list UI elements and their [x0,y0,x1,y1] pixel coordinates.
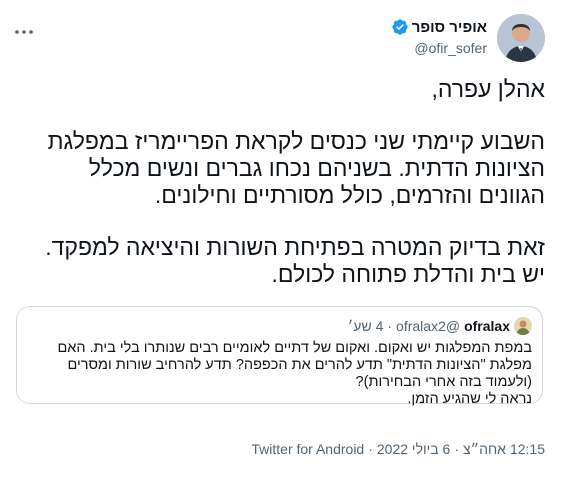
quote-line: מפלגת "הציונות הדתית" תדע להרים את הכפפה… [67,357,532,373]
quoted-tweet[interactable]: ofralax @ofralax2 · 4 שע׳ במפת המפלגות י… [16,306,543,407]
tweet-metadata: 12:15 אחה״צ · 6 ביולי 2022 · Twitter for… [251,441,545,457]
tweet-line: יש בית והדלת פתוחה לכולם. [271,261,546,287]
avatar-image [497,14,545,62]
separator-dot: · [454,441,459,457]
author-name-row[interactable]: אופיר סופר [391,18,487,36]
quote-line: נראה לי שהגיע הזמן. [407,391,532,407]
verified-badge-icon [391,18,409,36]
quoted-tweet-header: ofralax @ofralax2 · 4 שע׳ [348,317,532,335]
quoted-author-handle[interactable]: @ofralax2 [396,318,460,334]
tweet-line: הציונות הדתית. בשניהם נכחו גברים ונשים מ… [88,155,545,181]
tweet-line: זאת בדיוק המטרה בפתיחת השורות והיציאה למ… [45,234,545,260]
author-display-name[interactable]: אופיר סופר [412,19,487,36]
quote-line: (ולעמוד בזה אחרי הבחירות)? [355,374,532,390]
tweet-line: הגוונים והזרמים, כולל מסורתיים וחילונים. [154,182,545,208]
more-options-icon[interactable] [12,22,36,42]
separator-dot: · [368,441,373,457]
author-avatar[interactable] [497,14,545,62]
tweet-line: אהלן עפרה, [431,76,545,102]
quoted-tweet-text: במפת המפלגות יש ואקום. ואקום של דתיים לא… [32,340,532,408]
quoted-tweet-time[interactable]: 4 שע׳ [348,318,383,334]
quote-line: במפת המפלגות יש ואקום. ואקום של דתיים לא… [57,340,532,356]
separator-dot: · [387,318,393,334]
tweet-source[interactable]: Twitter for Android [251,441,364,457]
tweet-line: השבוע קיימתי שני כנסים לקראת הפריימריז ב… [47,128,545,154]
tweet-time[interactable]: 12:15 [510,441,545,457]
quoted-author-avatar[interactable] [514,317,532,335]
tweet-card: אופיר סופר @ofir_sofer אהלן עפרה, השבוע … [0,0,561,480]
tweet-text: אהלן עפרה, השבוע קיימתי שני כנסים לקראת … [15,76,545,288]
quoted-author-name[interactable]: ofralax [464,318,510,334]
tweet-ampm[interactable]: אחה״צ [463,441,506,457]
author-handle[interactable]: @ofir_sofer [414,40,487,56]
tweet-date[interactable]: 6 ביולי 2022 [377,441,450,457]
